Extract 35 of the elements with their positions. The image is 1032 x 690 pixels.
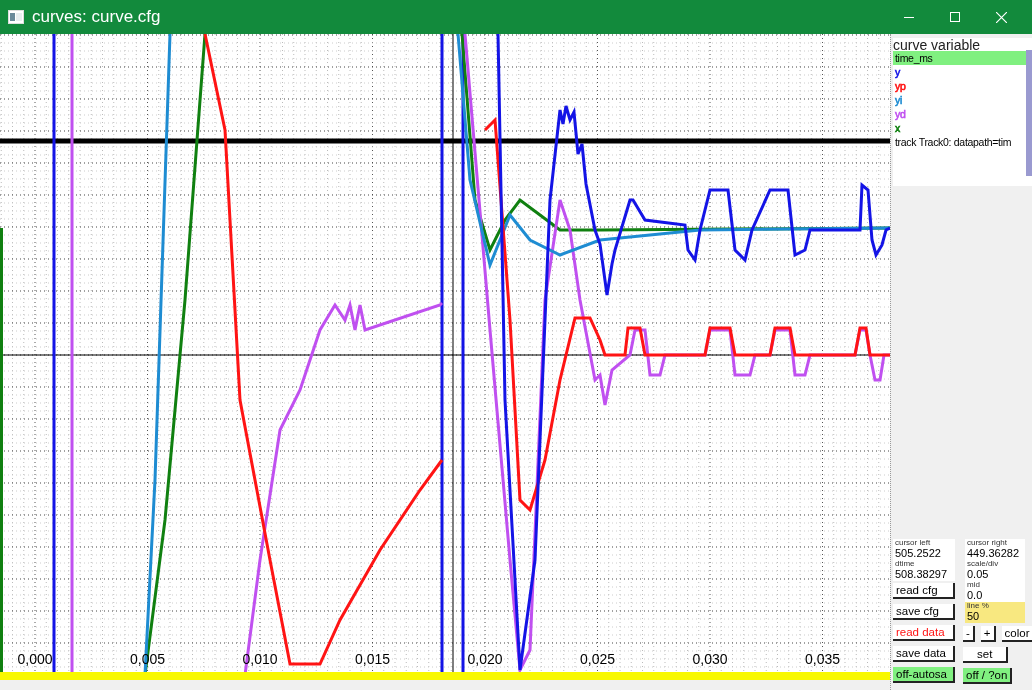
toggle-button[interactable]: off-autosa — [893, 667, 955, 683]
axis-tick-label: 0,035 — [805, 651, 840, 667]
minimize-icon — [904, 16, 914, 18]
input-field[interactable]: scale/div 0.05 — [965, 560, 1025, 581]
input-field[interactable]: cursor left 505.2522 — [893, 539, 955, 560]
window-title: curves: curve.cfg — [32, 7, 162, 27]
input-field[interactable]: cursor right 449.36282 — [965, 539, 1025, 560]
toggle-button[interactable]: off / ?on — [963, 667, 1013, 684]
list-header: curve variable — [893, 37, 981, 53]
input-field[interactable]: mid 0.0 — [965, 581, 1025, 602]
variable-item[interactable]: y — [895, 66, 900, 78]
axis-tick-label: 0,000 — [17, 651, 53, 667]
variable-item[interactable]: yp — [895, 80, 906, 92]
push-button[interactable]: read data — [893, 625, 955, 641]
push-button[interactable]: read cfg — [893, 583, 955, 599]
axis-tick-label: 0,030 — [692, 651, 728, 667]
input-field[interactable]: dtime 508.38297 — [893, 560, 955, 581]
app-icon — [8, 10, 24, 24]
push-button[interactable]: save cfg — [893, 604, 955, 620]
variable-item[interactable]: yd — [895, 108, 906, 120]
push-button[interactable]: - — [963, 625, 975, 642]
input-field[interactable]: line % 50 — [965, 602, 1025, 623]
close-icon — [995, 11, 1007, 23]
push-button[interactable]: color — [1001, 625, 1032, 642]
variable-item[interactable]: x — [895, 122, 900, 134]
scrollbar[interactable] — [1026, 50, 1032, 176]
axis-tick-label: 0,020 — [467, 651, 503, 667]
axis-tick-label: 0,015 — [355, 651, 390, 667]
maximize-icon — [950, 12, 960, 22]
axis-tick-label: 0,025 — [580, 651, 615, 667]
push-button[interactable]: set — [963, 646, 1009, 663]
push-button[interactable]: + — [980, 625, 996, 642]
variable-item[interactable]: yi — [895, 94, 902, 106]
push-button[interactable]: save data — [893, 646, 955, 662]
variable-item[interactable]: track Track0: datapath=tim — [895, 136, 1012, 148]
